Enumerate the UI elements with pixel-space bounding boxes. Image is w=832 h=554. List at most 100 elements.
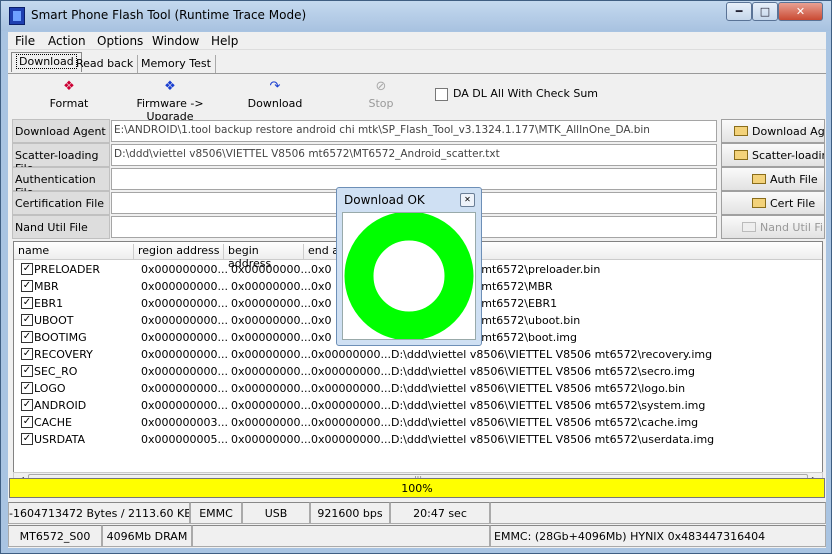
scatter-row: Scatter-loading File D:\ddd\viettel v850…: [11, 143, 825, 175]
app-window: Smart Phone Flash Tool (Runtime Trace Mo…: [0, 0, 832, 554]
column-begin-address[interactable]: begin address: [224, 244, 304, 270]
scatter-button[interactable]: Scatter-loading: [721, 143, 825, 167]
status-bar-top: -1604713472 Bytes / 2113.60 KBps EMMC US…: [8, 502, 826, 524]
status-bar-bottom: MT6572_S00 4096Mb DRAM EMMC: (28Gb+4096M…: [8, 525, 826, 547]
begin-address: 0x00000000...: [231, 433, 311, 446]
row-checkbox[interactable]: ✓: [21, 433, 33, 445]
table-row[interactable]: ✓ USRDATA 0x000000005... 0x00000000... 0x000…: [14, 431, 822, 448]
cert-file-button[interactable]: Cert File: [721, 191, 825, 215]
window-title: Smart Phone Flash Tool (Runtime Trace Mo…: [31, 8, 307, 22]
download-agent-button[interactable]: Download Agent: [721, 119, 825, 143]
begin-address: 0x00000000...: [231, 280, 311, 293]
begin-address: 0x00000000...: [231, 348, 311, 361]
auth-file-button[interactable]: Auth File: [721, 167, 825, 191]
tab-memory-test[interactable]: Memory Test: [137, 55, 216, 73]
menu-action[interactable]: Action: [48, 34, 86, 48]
progress-text: 100%: [401, 482, 433, 495]
file-path: D:\ddd\viettel v8506\VIETTEL V8506 mt657…: [391, 382, 686, 395]
download-agent-label: Download Agent: [12, 119, 110, 143]
menu-file[interactable]: File: [15, 34, 35, 48]
row-checkbox[interactable]: ✓: [21, 348, 33, 360]
partition-name: SEC_RO: [34, 365, 78, 378]
checksum-option[interactable]: DA DL All With Check Sum: [435, 87, 598, 101]
folder-icon: [734, 126, 748, 136]
partition-name: BOOTIMG: [34, 331, 87, 344]
folder-icon: [742, 222, 756, 232]
table-row[interactable]: ✓ SEC_RO 0x000000000... 0x00000000... 0x0000…: [14, 363, 822, 380]
row-checkbox[interactable]: ✓: [21, 331, 33, 343]
menu-help[interactable]: Help: [211, 34, 238, 48]
column-name[interactable]: name: [14, 244, 134, 260]
begin-address: 0x00000000...: [231, 382, 311, 395]
region-address: 0x000000000...: [141, 348, 228, 361]
menu-window[interactable]: Window: [152, 34, 199, 48]
download-agent-row: Download Agent E:\ANDROID\1.tool backup …: [11, 119, 825, 143]
begin-address: 0x00000000...: [231, 263, 311, 276]
partition-name: USRDATA: [34, 433, 86, 446]
close-button[interactable]: ✕: [778, 2, 823, 21]
row-checkbox[interactable]: ✓: [21, 399, 33, 411]
begin-address: 0x00000000...: [231, 416, 311, 429]
row-checkbox[interactable]: ✓: [21, 365, 33, 377]
end-address: 0x00000000...: [311, 433, 391, 446]
row-checkbox[interactable]: ✓: [21, 314, 33, 326]
checksum-checkbox[interactable]: [435, 87, 448, 101]
region-address: 0x000000000...: [141, 280, 228, 293]
file-path: D:\ddd\viettel v8506\VIETTEL V8506 mt657…: [391, 416, 699, 429]
auth-label: Authentication File: [12, 167, 110, 199]
nand-util-button[interactable]: Nand Util File: [721, 215, 825, 239]
file-path: D:\ddd\viettel v8506\VIETTEL V8506 mt657…: [391, 348, 713, 361]
status-emmc-info: EMMC: (28Gb+4096Mb) HYNIX 0x483447316404: [490, 525, 826, 547]
table-row[interactable]: ✓ LOGO 0x000000000... 0x00000000... 0x000000…: [14, 380, 822, 397]
download-ok-dialog: Download OK ✕: [336, 187, 482, 346]
begin-address: 0x00000000...: [231, 365, 311, 378]
region-address: 0x000000000...: [141, 331, 228, 344]
end-address: 0x00000000...: [311, 365, 391, 378]
row-checkbox[interactable]: ✓: [21, 382, 33, 394]
download-button[interactable]: ↷ Download: [247, 79, 303, 110]
tab-read-back[interactable]: Read back: [72, 55, 139, 73]
partition-name: UBOOT: [34, 314, 74, 327]
row-checkbox[interactable]: ✓: [21, 416, 33, 428]
end-address: 0x00000000...: [311, 382, 391, 395]
dialog-title: Download OK: [344, 193, 425, 207]
region-address: 0x000000000...: [141, 382, 228, 395]
end-address: 0x0: [311, 314, 332, 327]
table-row[interactable]: ✓ CACHE 0x000000003... 0x00000000... 0x00000…: [14, 414, 822, 431]
status-baud: 921600 bps: [310, 502, 390, 524]
format-button[interactable]: ❖ Format: [45, 79, 93, 110]
file-path: D:\ddd\viettel v8506\VIETTEL V8506 mt657…: [391, 399, 706, 412]
toolbar: ❖ Format ❖ Firmware -> Upgrade ↷ Downloa…: [11, 75, 823, 123]
folder-icon: [752, 198, 766, 208]
region-address: 0x000000005...: [141, 433, 228, 446]
menu-bar: File Action Options Window Help: [8, 32, 826, 50]
row-checkbox[interactable]: ✓: [21, 297, 33, 309]
end-address: 0x0: [311, 280, 332, 293]
partition-name: RECOVERY: [34, 348, 93, 361]
end-address: 0x0: [311, 331, 332, 344]
table-row[interactable]: ✓ ANDROID 0x000000000... 0x00000000... 0x000…: [14, 397, 822, 414]
menu-options[interactable]: Options: [97, 34, 143, 48]
minimize-button[interactable]: ━: [726, 2, 752, 21]
status-spacer: [192, 525, 490, 547]
row-checkbox[interactable]: ✓: [21, 280, 33, 292]
stop-button[interactable]: ⊘ Stop: [364, 79, 398, 110]
column-region-address[interactable]: region address: [134, 244, 224, 260]
firmware-upgrade-button[interactable]: ❖ Firmware -> Upgrade: [117, 79, 223, 123]
maximize-button[interactable]: □: [752, 2, 778, 21]
firmware-upgrade-icon: ❖: [164, 79, 176, 94]
partition-name: LOGO: [34, 382, 66, 395]
download-agent-input[interactable]: E:\ANDROID\1.tool backup restore android…: [111, 120, 717, 142]
partition-name: ANDROID: [34, 399, 87, 412]
end-address: 0x00000000...: [311, 399, 391, 412]
end-address: 0x00000000...: [311, 348, 391, 361]
scatter-input[interactable]: D:\ddd\viettel v8506\VIETTEL V8506 mt657…: [111, 144, 717, 166]
folder-icon: [734, 150, 748, 160]
region-address: 0x000000000...: [141, 263, 228, 276]
begin-address: 0x00000000...: [231, 331, 311, 344]
title-bar[interactable]: Smart Phone Flash Tool (Runtime Trace Mo…: [1, 1, 831, 31]
row-checkbox[interactable]: ✓: [21, 263, 33, 275]
table-row[interactable]: ✓ RECOVERY 0x000000000... 0x00000000... 0x00…: [14, 346, 822, 363]
dialog-close-icon[interactable]: ✕: [460, 193, 475, 207]
begin-address: 0x00000000...: [231, 297, 311, 310]
